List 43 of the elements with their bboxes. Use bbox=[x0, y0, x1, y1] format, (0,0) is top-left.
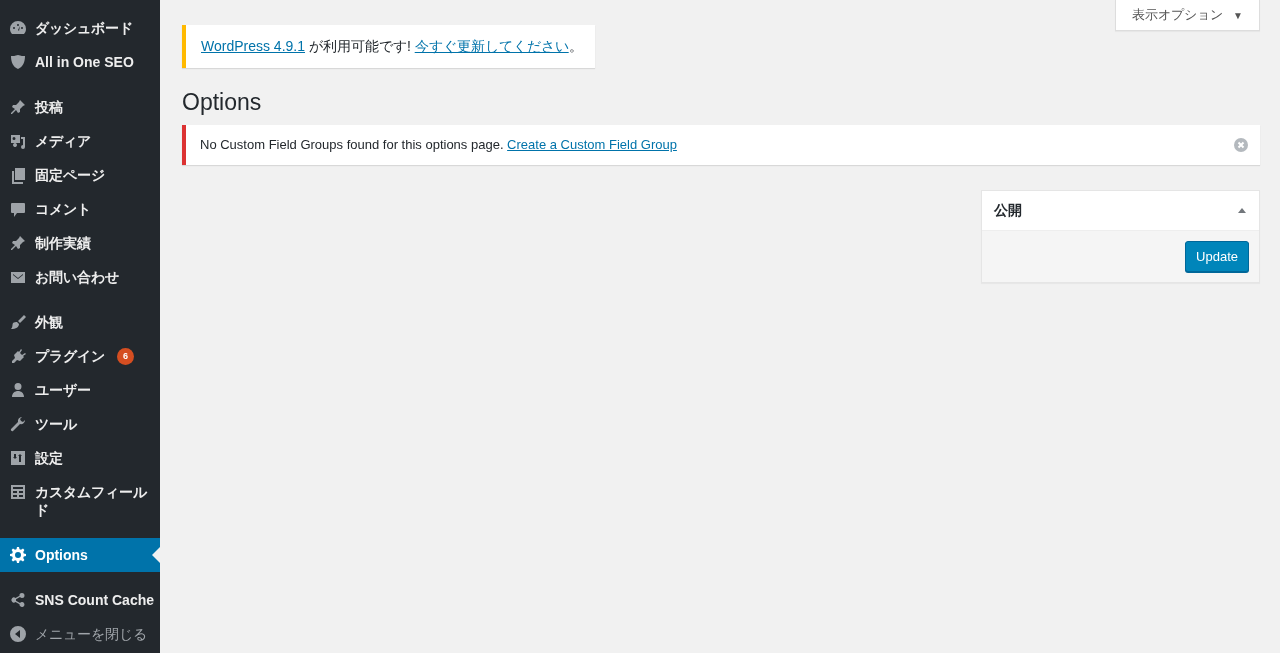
update-notice: WordPress 4.9.1 が利用可能です! 今すぐ更新してください。 bbox=[182, 25, 595, 68]
menu-item[interactable]: メニューを閉じる bbox=[0, 617, 160, 651]
shield-icon bbox=[9, 53, 27, 71]
update-button[interactable]: Update bbox=[1185, 240, 1249, 272]
speedometer-icon bbox=[9, 19, 27, 37]
menu-item[interactable]: All in One SEO bbox=[0, 45, 160, 79]
menu-item[interactable]: 外観 bbox=[0, 305, 160, 339]
create-field-group-link[interactable]: Create a Custom Field Group bbox=[507, 137, 677, 152]
sliders-icon bbox=[9, 449, 27, 467]
menu-item[interactable]: お問い合わせ bbox=[0, 260, 160, 294]
plug-icon bbox=[9, 347, 27, 365]
screen-options-button[interactable]: 表示オプション ▼ bbox=[1115, 0, 1260, 31]
gear-icon bbox=[9, 546, 27, 564]
page-title: Options bbox=[182, 88, 263, 117]
menu-item[interactable]: SNS Count Cache bbox=[0, 583, 160, 617]
menu-item[interactable]: 固定ページ bbox=[0, 158, 160, 192]
notice-link[interactable]: WordPress 4.9.1 bbox=[201, 38, 305, 54]
pages-icon bbox=[9, 166, 27, 184]
menu-item[interactable]: ツール bbox=[0, 407, 160, 441]
notice-link[interactable]: 今すぐ更新してください bbox=[414, 38, 569, 54]
share-icon bbox=[9, 591, 27, 609]
menu-item[interactable]: 制作実績 bbox=[0, 226, 160, 260]
menu-item[interactable]: プラグイン 6 bbox=[0, 339, 160, 373]
caret-icon: ▼ bbox=[1233, 10, 1243, 21]
brush-icon bbox=[9, 313, 27, 331]
menu-item[interactable]: メディア bbox=[0, 124, 160, 158]
menu-item[interactable]: 投稿 bbox=[0, 90, 160, 124]
menu-item[interactable]: Options bbox=[0, 538, 160, 572]
speech-bubble-icon bbox=[9, 200, 27, 218]
media-icon bbox=[9, 132, 27, 150]
box-title: 公開 bbox=[994, 200, 1022, 220]
menu-item[interactable]: 設定 bbox=[0, 441, 160, 475]
menu-item[interactable]: ユーザー bbox=[0, 373, 160, 407]
menu-item[interactable]: ダッシュボード bbox=[0, 11, 160, 45]
pushpin-icon bbox=[9, 98, 27, 116]
table-icon bbox=[9, 483, 27, 501]
person-icon bbox=[9, 381, 27, 399]
error-message: No Custom Field Groups found for this options page. Create a Custom Field Group bbox=[200, 136, 677, 154]
update-count-badge: 6 bbox=[117, 347, 134, 365]
menu-item[interactable]: コメント bbox=[0, 192, 160, 226]
wrench-icon bbox=[9, 415, 27, 433]
menu-item[interactable]: カスタムフィールド bbox=[0, 475, 160, 527]
pushpin-icon bbox=[9, 234, 27, 252]
